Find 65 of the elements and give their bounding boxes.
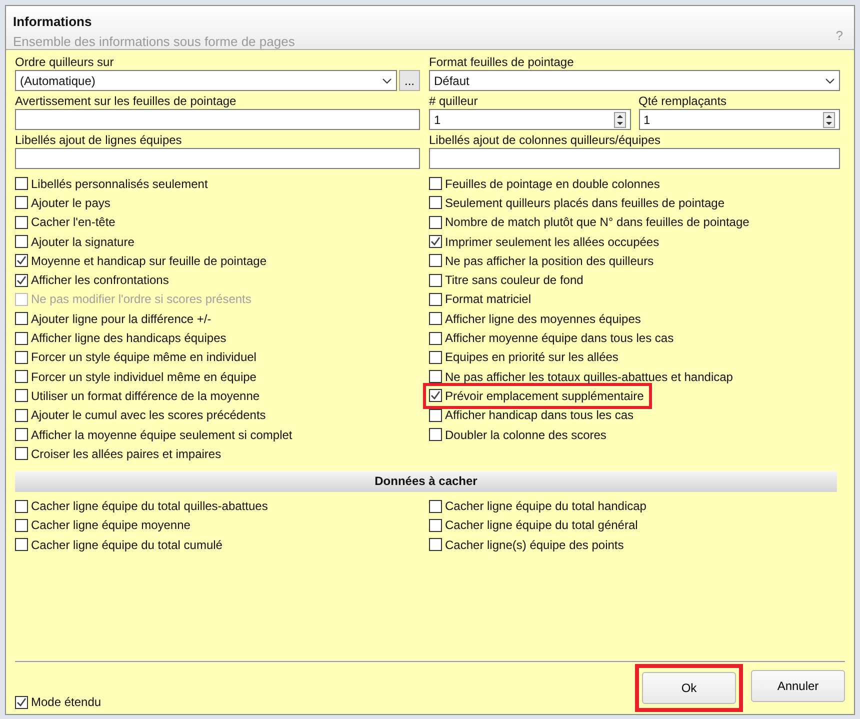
dropdown-field[interactable]: Défaut <box>429 70 840 91</box>
checkbox-option[interactable]: Prévoir emplacement supplémentaire <box>429 389 644 403</box>
text-input-field[interactable] <box>429 148 840 169</box>
checkbox-option[interactable]: Afficher handicap dans tous les cas <box>429 406 634 425</box>
checkbox-option[interactable]: Doubler la colonne des scores <box>429 424 606 444</box>
text-input-field[interactable] <box>15 148 420 169</box>
text-input-field[interactable] <box>15 109 420 130</box>
dialog-button[interactable]: Ok <box>642 672 736 704</box>
field-label: Libellés ajout de colonnes quilleurs/équipes <box>429 133 662 148</box>
checkbox-option[interactable]: Titre sans couleur de fond <box>429 270 584 290</box>
checkbox-option[interactable]: Cacher ligne équipe du total handicap <box>429 496 646 516</box>
section-header: Données à cacher <box>15 471 837 492</box>
check-mark-icon <box>16 255 27 266</box>
check-mark-icon <box>430 236 441 248</box>
field-label: Libellés ajout de lignes équipes <box>15 133 183 148</box>
checkbox-option[interactable]: Afficher moyenne équipe dans tous les cas <box>429 328 674 348</box>
checkbox-option[interactable]: Croiser les allées paires et impaires <box>15 444 222 464</box>
checkbox-option[interactable]: Nombre de match plutôt que N° dans feuilles de pointage <box>429 212 750 232</box>
checkbox-option[interactable]: Ajouter le pays <box>15 193 110 213</box>
check-mark-icon <box>430 390 441 402</box>
checkbox-option[interactable]: Feuilles de pointage en double colonnes <box>429 174 660 194</box>
checkbox-option[interactable]: Cacher ligne(s) équipe des points <box>429 535 624 554</box>
field-label: Format feuilles de pointage <box>429 55 575 70</box>
checkbox-option[interactable]: Cacher ligne équipe moyenne <box>15 516 190 536</box>
spinner-arrows-icon[interactable] <box>823 112 835 128</box>
checkbox-option[interactable]: Cacher ligne équipe du total quilles-abattues <box>15 496 268 516</box>
checkbox-option[interactable]: Ne pas afficher les totaux quilles-abattues et handicap <box>429 366 733 386</box>
dialog-button[interactable]: Annuler <box>751 670 845 702</box>
checkbox-option[interactable]: Utiliser un format différence de la moyenne <box>15 386 260 406</box>
checkbox-option[interactable]: Afficher la moyenne équipe seulement si complet <box>15 424 292 444</box>
checkbox-option[interactable]: Ne pas afficher la position des quilleurs <box>429 251 654 270</box>
checkbox-option[interactable]: Afficher les confrontations <box>15 270 169 290</box>
checkbox-option[interactable]: Moyenne et handicap sur feuille de pointage <box>15 251 266 270</box>
checkbox-option: Ne pas modifier l'ordre si scores présents <box>15 290 252 310</box>
checkbox-option[interactable]: Ajouter ligne pour la différence +/- <box>15 309 212 328</box>
checkbox-option[interactable]: Afficher ligne des moyennes équipes <box>429 309 641 328</box>
dialog-title: Informations <box>13 13 93 31</box>
checkbox-option[interactable]: Cacher ligne équipe du total cumulé <box>15 535 222 554</box>
dropdown-caret-icon[interactable] <box>825 76 835 84</box>
checkbox-option[interactable]: Equipes en priorité sur les allées <box>429 348 618 367</box>
field-label: Qté remplaçants <box>638 94 728 109</box>
check-mark-icon <box>16 274 27 286</box>
number-input-field[interactable]: 1 <box>638 109 840 130</box>
checkbox-option[interactable]: Libellés personnalisés seulement <box>15 174 208 194</box>
checkbox-option[interactable]: Forcer un style individuel même en équipe <box>15 366 256 386</box>
checkbox-option[interactable]: Imprimer seulement les allées occupées <box>429 232 660 252</box>
checkbox-option[interactable]: Forcer un style équipe même en individuel <box>15 348 256 367</box>
field-label: Avertissement sur les feuilles de pointage <box>15 94 238 109</box>
checkbox-option[interactable]: Afficher ligne des handicaps équipes <box>15 328 226 348</box>
checkbox-option[interactable]: Seulement quilleurs placés dans feuilles de pointage <box>429 193 725 213</box>
ellipsis-button[interactable]: ... <box>399 70 420 91</box>
checkbox-option[interactable]: Cacher l'en-tête <box>15 212 116 232</box>
dropdown-caret-icon[interactable] <box>382 76 392 84</box>
dialog-subtitle: Ensemble des informations sous forme de pages <box>13 32 295 51</box>
spinner-arrows-icon[interactable] <box>614 112 626 128</box>
dropdown-field[interactable]: (Automatique) <box>15 70 397 91</box>
checkbox-option[interactable]: Ajouter la signature <box>15 232 134 252</box>
check-mark-icon <box>16 696 27 708</box>
number-input-field[interactable]: 1 <box>429 109 630 130</box>
checkbox-option[interactable]: Format matriciel <box>429 290 532 310</box>
checkbox-option[interactable]: Cacher ligne équipe du total général <box>429 516 638 536</box>
checkbox-option[interactable]: Ajouter le cumul avec les scores précédents <box>15 406 266 425</box>
field-label: Ordre quilleurs sur <box>15 55 115 70</box>
field-label: # quilleur <box>429 94 479 109</box>
checkbox-option[interactable]: Mode étendu <box>15 692 102 712</box>
